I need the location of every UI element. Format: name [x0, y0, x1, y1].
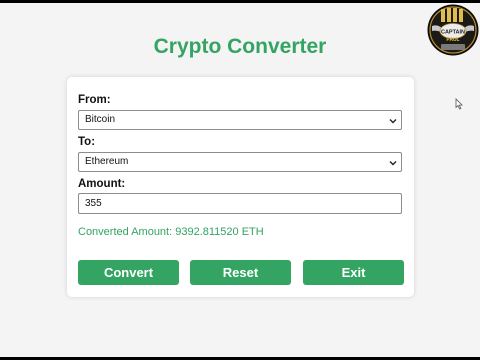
- amount-input[interactable]: 355: [78, 193, 402, 214]
- from-select[interactable]: Bitcoin: [78, 110, 402, 130]
- from-label: From:: [78, 94, 111, 106]
- captain-paul-logo: CAPTAIN PAUL: [427, 4, 479, 56]
- to-label: To:: [78, 136, 96, 148]
- amount-label: Amount:: [78, 178, 126, 190]
- converted-amount-text: Converted Amount: 9392.811520 ETH: [78, 226, 264, 238]
- from-select-value: Bitcoin: [85, 114, 116, 125]
- exit-button[interactable]: Exit: [303, 260, 404, 285]
- convert-button[interactable]: Convert: [78, 260, 179, 285]
- reset-button[interactable]: Reset: [190, 260, 291, 285]
- to-select-value: Ethereum: [85, 156, 129, 167]
- converter-card: From: Bitcoin To: Ethereum Amount: 355 C…: [67, 77, 414, 297]
- chevron-down-icon: [389, 161, 397, 166]
- chevron-down-icon: [389, 119, 397, 124]
- logo-text-line1: CAPTAIN: [441, 30, 465, 36]
- to-select[interactable]: Ethereum: [78, 152, 402, 172]
- amount-input-value: 355: [85, 198, 102, 209]
- page-title: Crypto Converter: [153, 35, 327, 58]
- mouse-pointer-icon: [455, 98, 463, 110]
- logo-text-line2: PAUL: [446, 37, 459, 43]
- app-window: Crypto Converter From: Bitcoin To: Ether…: [0, 3, 480, 357]
